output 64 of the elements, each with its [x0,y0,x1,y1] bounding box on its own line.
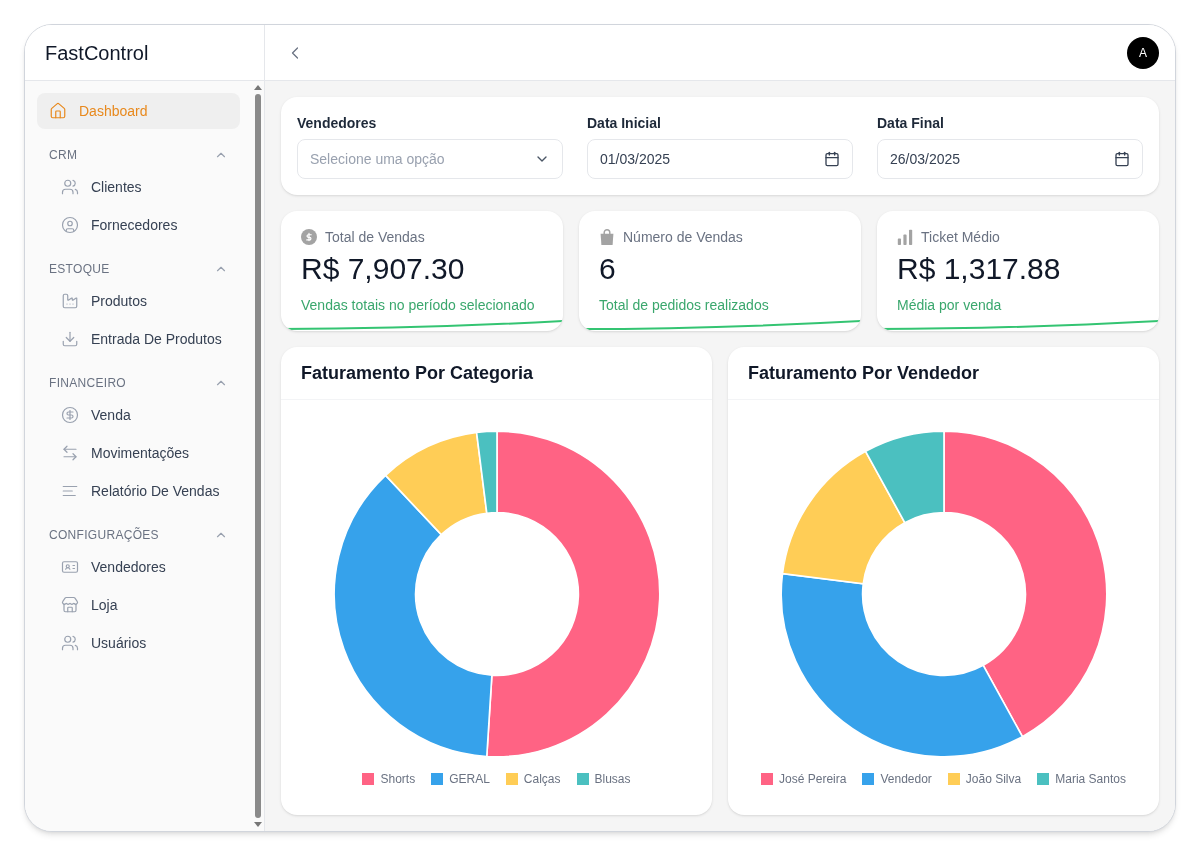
home-icon [49,102,67,120]
donut-slice[interactable] [942,429,1107,737]
avatar[interactable]: A [1127,36,1159,69]
stat-value: 6 [599,251,617,287]
legend-label[interactable]: José Pereira [779,770,847,787]
legend-label[interactable]: Calças [523,770,561,787]
calendar-icon [1114,151,1130,167]
chart-title: Faturamento Por Categoria [301,363,534,383]
date-field[interactable]: 26/03/2025 [877,139,1143,179]
stat-title: Total de Vendas [325,228,425,247]
download-icon [61,330,79,348]
legend-label[interactable]: Blusas [594,770,631,787]
stat-value: R$ 7,907.30 [301,251,466,287]
field-label: Data Inicial [587,114,662,133]
arrows-left-right-icon [61,444,79,462]
section-header[interactable]: CONFIGURAÇÕES [37,511,240,547]
nav-item[interactable]: Venda [37,397,240,433]
legend-label[interactable]: João Silva [965,770,1022,787]
donut-slice[interactable] [864,429,945,523]
legend-label[interactable]: Vendedor [880,770,932,787]
legend-label[interactable]: GERAL [449,770,490,787]
donut-slice[interactable] [781,450,906,585]
dollar-circle-icon [301,229,317,245]
factory-icon [61,292,79,310]
users-icon [61,634,79,652]
bar-chart-icon [897,229,913,245]
section-header[interactable]: FINANCEIRO [37,359,240,395]
users-icon [61,178,79,196]
chart-title: Faturamento Por Vendedor [748,363,980,383]
id-card-icon [61,558,79,576]
stat-title: Ticket Médio [921,228,1000,247]
donut-slice[interactable] [333,474,493,757]
donut-slice[interactable] [475,429,498,514]
stat-caption: Total de pedidos realizados [599,296,770,315]
stat-caption: Vendas totais no período selecionado [301,296,536,315]
nav-item[interactable]: Fornecedores [37,207,240,243]
app-name: FastControl [45,40,149,66]
nav-item[interactable]: Entrada De Produtos [37,321,240,357]
store-icon [61,596,79,614]
section-header[interactable]: ESTOQUE [37,245,240,281]
legend-label[interactable]: Shorts [380,770,416,787]
stat-title: Número de Vendas [623,228,743,247]
date-field[interactable]: 01/03/2025 [587,139,853,179]
shopping-bag-icon [599,229,615,245]
nav-item[interactable]: Loja [37,587,240,623]
field-label: Data Final [877,114,945,133]
section-header[interactable]: CRM [37,131,240,167]
nav-item[interactable]: Relatório De Vendas [37,473,240,509]
donut-slice[interactable] [779,572,1023,758]
field-label: Vendedores [297,114,378,133]
nav-item[interactable]: Vendedores [37,549,240,585]
nav-item[interactable]: Clientes [37,169,240,205]
seller-select[interactable]: Selecione uma opção [297,139,563,179]
nav-item[interactable]: Usuários [37,625,240,661]
dollar-circle-icon [61,406,79,424]
stat-caption: Média por venda [897,296,1003,315]
stat-value: R$ 1,317.88 [897,251,1062,287]
donut-slice[interactable] [485,429,661,757]
nav-item[interactable]: Movimentações [37,435,240,471]
user-circle-icon [61,216,79,234]
nav-item[interactable]: Produtos [37,283,240,319]
donut-slice[interactable] [384,431,488,535]
calendar-icon [824,151,840,167]
legend-label[interactable]: Maria Santos [1055,770,1126,787]
